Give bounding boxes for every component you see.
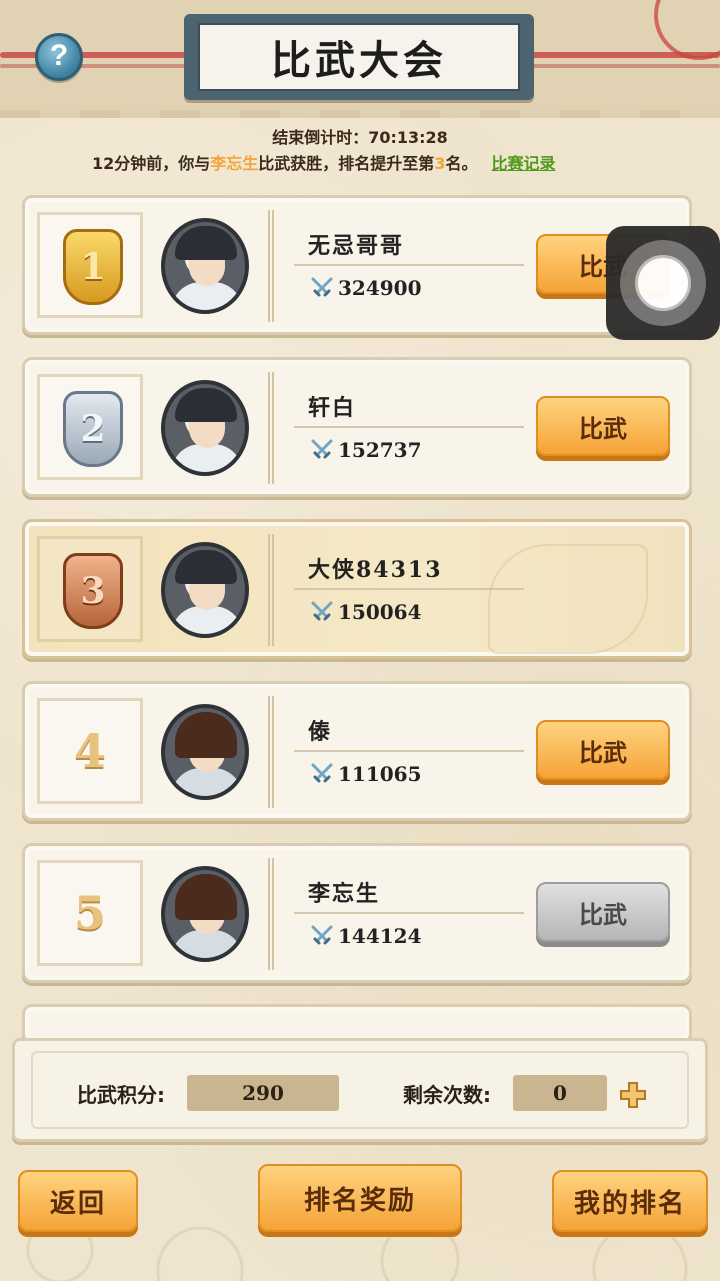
rank-box: 4	[37, 698, 143, 804]
player-avatar[interactable]	[161, 542, 249, 638]
combat-power: 152737	[338, 438, 422, 462]
divider	[294, 264, 524, 266]
rank-box: 5	[37, 860, 143, 966]
player-avatar[interactable]	[161, 218, 249, 314]
rank-box: 3	[37, 536, 143, 642]
help-button[interactable]: ?	[35, 33, 83, 81]
remaining-label: 剩余次数:	[403, 1083, 491, 1107]
ranking-card: 2 轩白 152737 比武	[22, 357, 692, 497]
crossed-swords-icon	[311, 439, 333, 459]
avatar-robe	[171, 768, 243, 796]
rank-medal-icon: 2	[63, 391, 123, 467]
news-suffix: 名。	[445, 154, 478, 173]
stats-panel: 比武积分: 290 剩余次数: 0	[12, 1038, 708, 1142]
ranking-card: 4 傣 111065 比武	[22, 681, 692, 821]
news-middle: 比武获胜，排名提升至第	[258, 154, 435, 173]
crossed-swords-icon	[311, 925, 333, 945]
ranking-rewards-button[interactable]: 排名奖励	[258, 1164, 462, 1232]
duel-button[interactable]: 比武	[536, 396, 670, 456]
battle-news: 12分钟前，你与李忘生比武获胜，排名提升至第3名。 比赛记录	[92, 150, 692, 174]
duel-button[interactable]: 比武	[536, 720, 670, 780]
duel-button-disabled[interactable]: 比武	[536, 882, 670, 942]
player-avatar[interactable]	[161, 866, 249, 962]
player-name: 李忘生	[308, 881, 381, 907]
news-prefix: 12分钟前，你与	[92, 154, 211, 173]
player-info: 李忘生 144124 比武	[268, 858, 670, 970]
player-avatar[interactable]	[161, 380, 249, 476]
combat-power: 111065	[338, 762, 422, 786]
rank-number: 5	[73, 886, 106, 940]
ranking-card: 5 李忘生 144124 比武	[22, 843, 692, 983]
back-button[interactable]: 返回	[18, 1170, 138, 1232]
assistive-touch-dot	[635, 255, 691, 311]
avatar-robe	[171, 282, 243, 310]
countdown-label: 结束倒计时：	[272, 128, 369, 147]
points-value: 290	[187, 1075, 339, 1111]
remaining-value: 0	[513, 1075, 607, 1111]
combat-power: 150064	[338, 600, 422, 624]
divider	[294, 912, 524, 914]
divider	[294, 750, 524, 752]
match-record-link[interactable]: 比赛记录	[491, 154, 555, 173]
rank-box: 1	[37, 212, 143, 318]
crossed-swords-icon	[311, 601, 333, 621]
avatar-hair	[175, 874, 237, 920]
add-attempts-icon[interactable]	[619, 1081, 647, 1109]
page-title: 比武大会	[271, 37, 447, 84]
avatar-robe	[171, 444, 243, 472]
player-name: 大侠84313	[308, 557, 443, 583]
cloud-pattern-decoration	[488, 544, 648, 654]
avatar-robe	[171, 606, 243, 634]
player-info: 轩白 152737 比武	[268, 372, 670, 484]
player-name: 轩白	[308, 395, 357, 421]
rank-number: 4	[73, 724, 106, 778]
news-rank: 3	[434, 154, 446, 173]
title-plaque-inner: 比武大会	[198, 23, 520, 91]
countdown: 结束倒计时：70:13:28	[0, 124, 720, 148]
player-info: 大侠84313 150064	[268, 534, 668, 654]
crossed-swords-icon	[311, 763, 333, 783]
rank-box: 2	[37, 374, 143, 480]
avatar-hair	[175, 388, 237, 422]
combat-power: 144124	[338, 924, 422, 948]
ranking-card: 1 无忌哥哥 324900 比武	[22, 195, 692, 335]
points-label: 比武积分:	[77, 1083, 165, 1107]
combat-power: 324900	[338, 276, 422, 300]
rank-medal-icon: 1	[63, 229, 123, 305]
player-info: 傣 111065 比武	[268, 696, 670, 808]
crossed-swords-icon	[311, 277, 333, 297]
avatar-robe	[171, 930, 243, 958]
assistive-touch-button[interactable]	[606, 226, 720, 340]
ranking-card: 3 大侠84313 150064	[22, 519, 692, 659]
title-plaque: 比武大会	[184, 14, 534, 100]
rank-medal-icon: 3	[63, 553, 123, 629]
player-name: 傣	[308, 719, 333, 745]
countdown-value: 70:13:28	[368, 128, 448, 147]
avatar-hair	[175, 226, 237, 260]
news-opponent: 李忘生	[210, 154, 259, 173]
player-avatar[interactable]	[161, 704, 249, 800]
avatar-hair	[175, 712, 237, 758]
avatar-hair	[175, 550, 237, 584]
divider	[294, 426, 524, 428]
my-rank-button[interactable]: 我的排名	[552, 1170, 708, 1232]
player-name: 无忌哥哥	[308, 233, 405, 259]
